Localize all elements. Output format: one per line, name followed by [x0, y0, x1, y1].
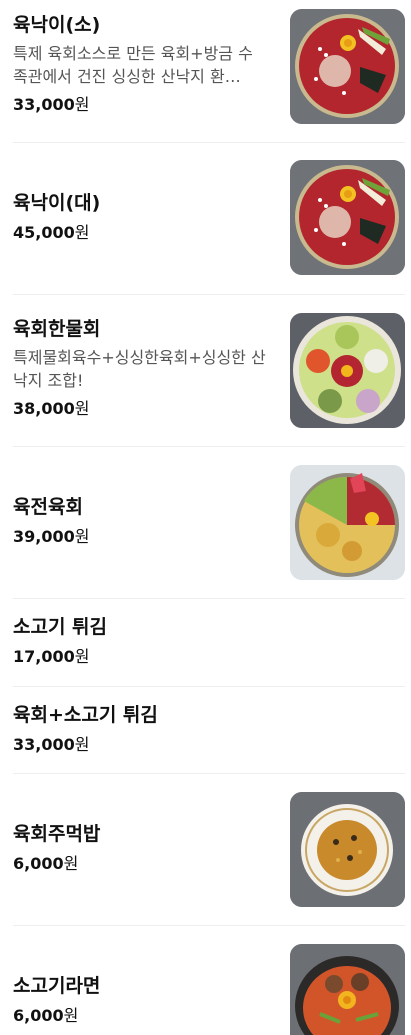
- menu-item-name: 소고기 튀김: [13, 616, 108, 638]
- menu-item[interactable]: 육회+소고기 튀김 33,000원: [13, 687, 405, 774]
- menu-list: 육낙이(소) 특제 육회소스로 만든 육회+방금 수족관에서 건진 싱싱한 산낙…: [0, 0, 411, 1035]
- price-value: 38,000: [13, 399, 75, 418]
- menu-item-name: 소고기라면: [13, 975, 101, 997]
- menu-item[interactable]: 육회주먹밥 6,000원: [13, 774, 405, 926]
- menu-item-name: 육회한물회: [13, 318, 101, 340]
- menu-item-info: 육낙이(소) 특제 육회소스로 만든 육회+방금 수족관에서 건진 싱싱한 산낙…: [13, 12, 275, 116]
- yukjeon-plate-image[interactable]: [290, 465, 405, 580]
- currency-unit: 원: [74, 647, 90, 666]
- price-value: 39,000: [13, 527, 75, 546]
- menu-item-name: 육회+소고기 튀김: [13, 704, 158, 726]
- menu-item[interactable]: 소고기라면 6,000원: [13, 926, 405, 1035]
- menu-item-price: 39,000원: [13, 526, 275, 548]
- menu-item-info: 소고기라면 6,000원: [13, 973, 275, 1027]
- menu-item-name: 육낙이(소): [13, 14, 101, 36]
- currency-unit: 원: [63, 854, 79, 873]
- mulhoe-plate-image[interactable]: [290, 313, 405, 428]
- menu-item-name: 육회주먹밥: [13, 823, 101, 845]
- ramen-pot-image[interactable]: [290, 944, 405, 1035]
- price-value: 45,000: [13, 223, 75, 242]
- price-value: 33,000: [13, 735, 75, 754]
- menu-item-price: 17,000원: [13, 646, 275, 668]
- currency-unit: 원: [74, 223, 90, 242]
- menu-item-name: 육낙이(대): [13, 192, 101, 214]
- menu-item[interactable]: 육전육회 39,000원: [13, 447, 405, 599]
- menu-item[interactable]: 육낙이(소) 특제 육회소스로 만든 육회+방금 수족관에서 건진 싱싱한 산낙…: [13, 0, 405, 143]
- currency-unit: 원: [63, 1006, 79, 1025]
- menu-item-info: 소고기 튀김 17,000원: [13, 614, 275, 668]
- price-value: 6,000: [13, 854, 64, 873]
- menu-item[interactable]: 육회한물회 특제물회육수+싱싱한육회+싱싱한 산낙지 조합! 38,000원: [13, 295, 405, 447]
- menu-item-price: 45,000원: [13, 222, 275, 244]
- rice-ball-image[interactable]: [290, 792, 405, 907]
- menu-item-info: 육회주먹밥 6,000원: [13, 821, 275, 875]
- menu-item-price: 38,000원: [13, 398, 275, 420]
- currency-unit: 원: [74, 399, 90, 418]
- menu-item-info: 육회한물회 특제물회육수+싱싱한육회+싱싱한 산낙지 조합! 38,000원: [13, 316, 275, 420]
- menu-item-info: 육전육회 39,000원: [13, 494, 275, 548]
- yuknaki-plate-image[interactable]: [290, 9, 405, 124]
- menu-item[interactable]: 소고기 튀김 17,000원: [13, 599, 405, 687]
- yuknaki-plate-image[interactable]: [290, 160, 405, 275]
- currency-unit: 원: [74, 735, 90, 754]
- price-value: 33,000: [13, 95, 75, 114]
- price-value: 17,000: [13, 647, 75, 666]
- menu-item[interactable]: 육낙이(대) 45,000원: [13, 143, 405, 295]
- currency-unit: 원: [74, 527, 90, 546]
- menu-item-name: 육전육회: [13, 496, 83, 518]
- menu-item-price: 33,000원: [13, 94, 275, 116]
- menu-item-price: 33,000원: [13, 734, 275, 756]
- menu-item-description: 특제물회육수+싱싱한육회+싱싱한 산낙지 조합!: [13, 348, 266, 390]
- price-value: 6,000: [13, 1006, 64, 1025]
- menu-item-info: 육회+소고기 튀김 33,000원: [13, 702, 275, 756]
- menu-item-price: 6,000원: [13, 853, 275, 875]
- currency-unit: 원: [74, 95, 90, 114]
- menu-item-description: 특제 육회소스로 만든 육회+방금 수족관에서 건진 싱싱한 산낙지 환…: [13, 44, 253, 86]
- menu-item-price: 6,000원: [13, 1005, 275, 1027]
- menu-item-info: 육낙이(대) 45,000원: [13, 190, 275, 244]
